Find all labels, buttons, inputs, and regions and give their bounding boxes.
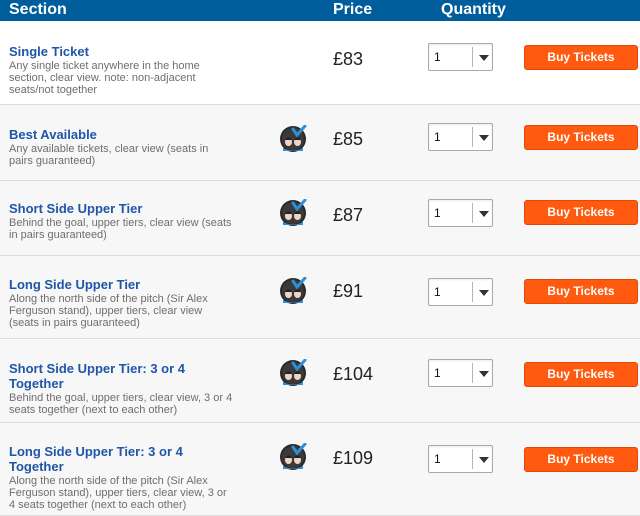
buy-tickets-button[interactable]: Buy Tickets	[524, 200, 638, 225]
ticket-title: Long Side Upper Tier	[9, 277, 141, 292]
ticket-description: Any single ticket anywhere in the home se…	[9, 60, 249, 96]
ticket-description-line: Ferguson stand), upper tiers, clear view…	[9, 487, 227, 499]
ticket-row: Long Side Upper Tier Along the north side…	[0, 256, 640, 339]
quantity-select[interactable]: 1	[428, 123, 493, 151]
ticket-description-line: Along the north side of the pitch (Sir A…	[9, 293, 208, 305]
quantity-divider	[472, 47, 473, 67]
guaranteed-seats-icon	[279, 124, 307, 153]
guaranteed-seats-icon	[279, 276, 307, 305]
ticket-description: Along the north side of the pitch (Sir A…	[9, 293, 249, 329]
guaranteed-seats-icon	[279, 442, 307, 471]
quantity-value: 1	[434, 452, 441, 466]
ticket-row: Single Ticket Any single ticket anywhere …	[0, 21, 640, 105]
ticket-title: Short Side Upper Tier: 3 or 4	[9, 361, 186, 376]
ticket-description-line: Behind the goal, upper tiers, clear view…	[9, 392, 233, 404]
ticket-title: Short Side Upper Tier	[9, 201, 143, 216]
quantity-select[interactable]: 1	[428, 199, 493, 227]
ticket-info: Long Side Upper Tier Along the north side…	[9, 277, 249, 329]
ticket-description-line: (seats in pairs guaranteed)	[9, 317, 140, 329]
ticket-info: Long Side Upper Tier: 3 or 4 Together Alon…	[9, 444, 249, 511]
buy-tickets-button[interactable]: Buy Tickets	[524, 45, 638, 70]
chevron-down-icon[interactable]	[479, 457, 489, 463]
buy-tickets-button[interactable]: Buy Tickets	[524, 279, 638, 304]
ticket-description: Along the north side of the pitch (Sir A…	[9, 475, 249, 511]
ticket-title: Together	[9, 459, 64, 474]
quantity-divider	[472, 449, 473, 469]
quantity-value: 1	[434, 366, 441, 380]
ticket-description: Behind the goal, upper tiers, clear view…	[9, 217, 249, 241]
ticket-row: Short Side Upper Tier Behind the goal, up…	[0, 181, 640, 256]
ticket-price: £91	[333, 281, 364, 301]
ticket-price: £83	[333, 49, 364, 69]
ticket-info: Single Ticket Any single ticket anywhere …	[9, 44, 249, 96]
ticket-description-line: seats/not together	[9, 84, 98, 96]
ticket-price: £85	[333, 129, 364, 149]
chevron-down-icon[interactable]	[479, 55, 489, 61]
guaranteed-seats-icon	[279, 198, 307, 227]
ticket-description-line: Any single ticket anywhere in the home	[9, 60, 200, 72]
chevron-down-icon[interactable]	[479, 211, 489, 217]
quantity-divider	[472, 282, 473, 302]
ticket-row: Long Side Upper Tier: 3 or 4 Together Alon…	[0, 423, 640, 516]
ticket-description: Behind the goal, upper tiers, clear view…	[9, 392, 249, 416]
quantity-value: 1	[434, 206, 441, 220]
ticket-title: Single Ticket	[9, 44, 89, 59]
guaranteed-seats-icon	[279, 358, 307, 387]
quantity-select[interactable]: 1	[428, 278, 493, 306]
ticket-description-line: in pairs guaranteed)	[9, 229, 107, 241]
ticket-price: £109	[333, 448, 374, 468]
quantity-divider	[472, 363, 473, 383]
buy-tickets-button[interactable]: Buy Tickets	[524, 362, 638, 387]
ticket-price: £104	[333, 364, 374, 384]
buy-tickets-button[interactable]: Buy Tickets	[524, 447, 638, 472]
ticket-description-line: pairs guaranteed)	[9, 155, 96, 167]
header-price: Price	[333, 1, 373, 18]
quantity-select[interactable]: 1	[428, 359, 493, 387]
ticket-description: Any available tickets, clear view (seats…	[9, 143, 249, 167]
table-header: Section Price Quantity	[0, 0, 640, 21]
ticket-description-line: section, clear view. note: non-adjacent	[9, 72, 196, 84]
ticket-info: Short Side Upper Tier Behind the goal, up…	[9, 201, 249, 241]
ticket-row: Short Side Upper Tier: 3 or 4 Together Beh…	[0, 339, 640, 423]
ticket-title: Together	[9, 376, 64, 391]
chevron-down-icon[interactable]	[479, 290, 489, 296]
buy-tickets-button[interactable]: Buy Tickets	[524, 125, 638, 150]
quantity-value: 1	[434, 130, 441, 144]
ticket-description-line: Ferguson stand), upper tiers, clear view	[9, 305, 203, 317]
ticket-row: Best Available Any available tickets, cle…	[0, 105, 640, 181]
ticket-info: Short Side Upper Tier: 3 or 4 Together Beh…	[9, 361, 249, 416]
header-section: Section	[9, 1, 67, 18]
quantity-select[interactable]: 1	[428, 445, 493, 473]
ticket-price: £87	[333, 205, 364, 225]
ticket-title: Long Side Upper Tier: 3 or 4	[9, 444, 183, 459]
ticket-description-line: Behind the goal, upper tiers, clear view…	[9, 217, 232, 229]
quantity-value: 1	[434, 50, 441, 64]
ticket-info: Best Available Any available tickets, cle…	[9, 127, 249, 167]
ticket-description-line: Any available tickets, clear view (seats…	[9, 143, 209, 155]
ticket-description-line: Along the north side of the pitch (Sir A…	[9, 475, 208, 487]
ticket-description-line: 4 seats together (next to each other)	[9, 499, 187, 511]
ticket-description-line: seats together (next to each other)	[9, 404, 178, 416]
quantity-divider	[472, 127, 473, 147]
quantity-select[interactable]: 1	[428, 43, 493, 71]
quantity-divider	[472, 203, 473, 223]
chevron-down-icon[interactable]	[479, 135, 489, 141]
header-quantity: Quantity	[441, 1, 506, 18]
ticket-title: Best Available	[9, 127, 97, 142]
ticket-list: Single Ticket Any single ticket anywhere …	[0, 21, 640, 516]
quantity-value: 1	[434, 285, 441, 299]
chevron-down-icon[interactable]	[479, 371, 489, 377]
